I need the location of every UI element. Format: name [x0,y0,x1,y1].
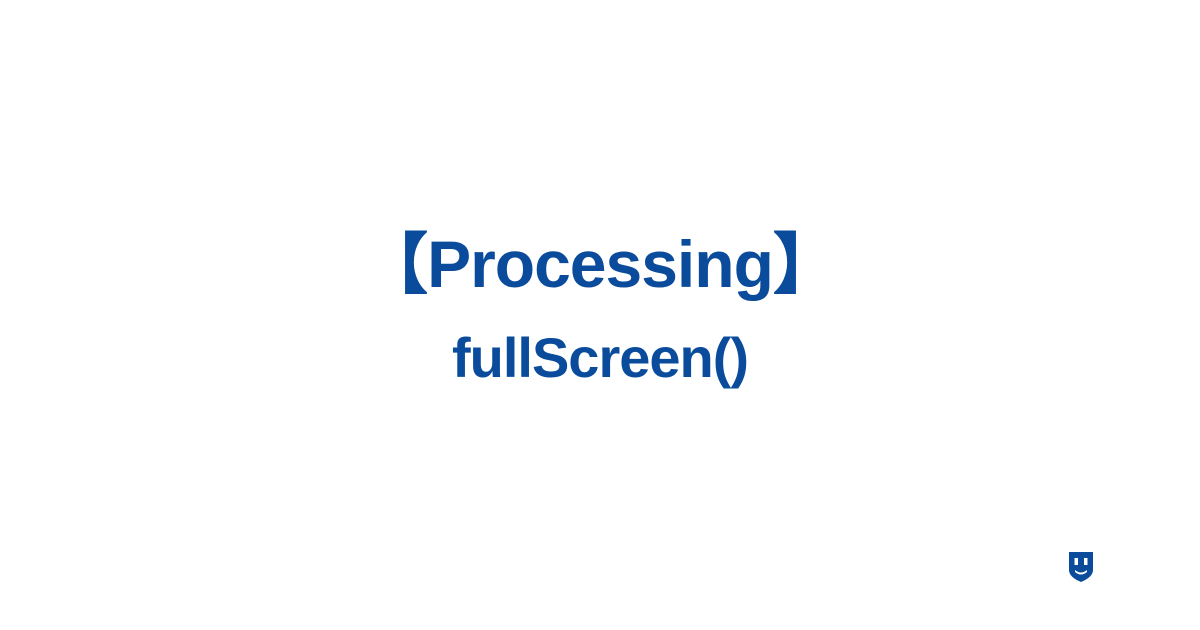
shield-face-icon [1067,552,1095,582]
main-content: 【Processing】 fullScreen() [0,211,1200,390]
page-title: 【Processing】 [0,211,1200,307]
page-subtitle: fullScreen() [0,325,1200,390]
brand-logo [1067,552,1095,582]
